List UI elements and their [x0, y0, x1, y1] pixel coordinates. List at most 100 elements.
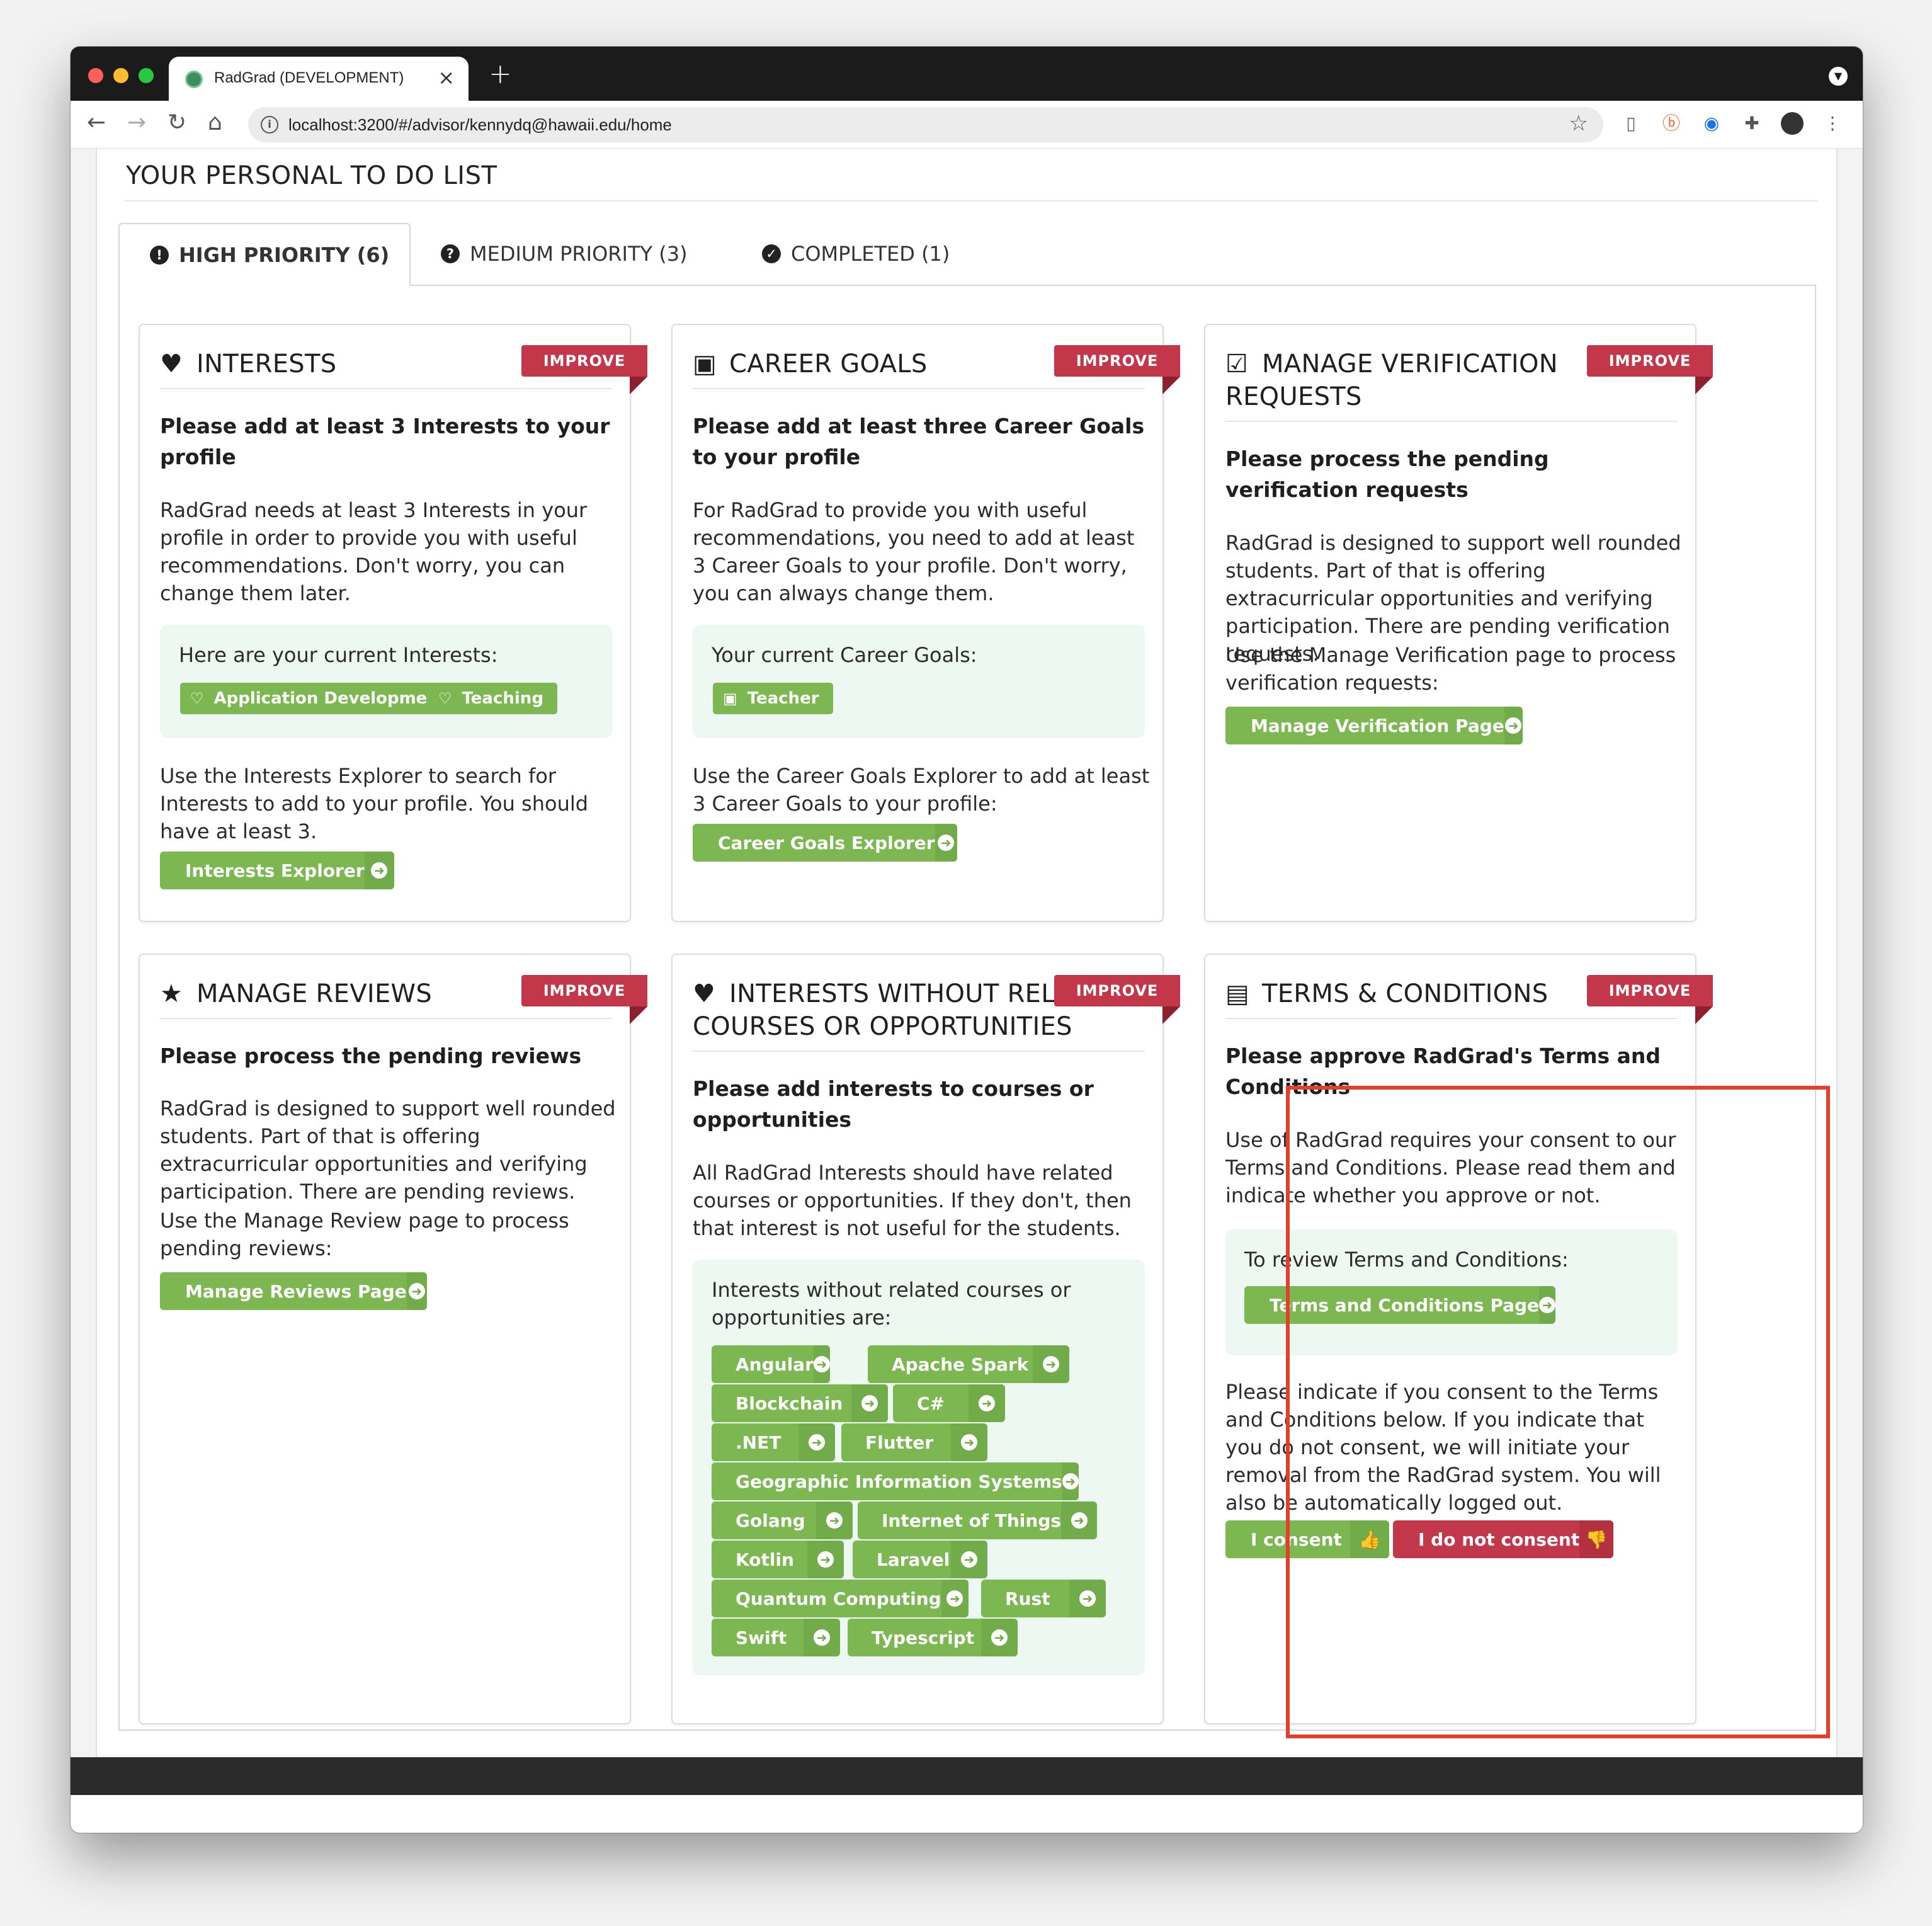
heart-outline-icon: ♡ — [190, 690, 204, 707]
close-tab-icon[interactable]: × — [438, 66, 455, 89]
career-goals-explorer-button[interactable]: Career Goals Explorer ➜ — [693, 824, 957, 862]
improve-ribbon: IMPROVE — [1587, 975, 1713, 1024]
interest-chip[interactable]: Blockchain ➜ — [712, 1384, 888, 1422]
verification-requests-card: ☑ MANAGE VERIFICATION REQUESTS IMPROVE Ple… — [1204, 324, 1713, 922]
arrow-circle-right-icon: ➜ — [1071, 1512, 1088, 1529]
divider — [1225, 421, 1678, 422]
interest-chip[interactable]: Typescript ➜ — [848, 1619, 1018, 1656]
question-circle-icon: ? — [441, 244, 460, 263]
interest-chip[interactable]: Apache Spark ➜ — [868, 1345, 1069, 1383]
card-description: For RadGrad to provide you with useful r… — [693, 498, 1135, 605]
url-text[interactable]: localhost:3200/#/advisor/kennydq@hawaii.… — [288, 115, 672, 135]
reload-icon[interactable]: ↻ — [168, 110, 186, 135]
current-career-goals-well: Your current Career Goals: ▣ Teacher — [693, 625, 1145, 738]
extension-icon[interactable]: ◉ — [1700, 112, 1723, 135]
interest-label[interactable]: ♡ Application Development — [180, 683, 461, 714]
interest-chip[interactable]: Internet of Things ➜ — [858, 1501, 1097, 1539]
tab-high-priority[interactable]: ! HIGH PRIORITY (6) — [118, 223, 411, 286]
card-footer-text: Use the Career Goals Explorer to add at … — [693, 764, 1150, 816]
bitly-extension-icon[interactable]: ⓑ — [1660, 112, 1683, 135]
interest-chip[interactable]: .NET ➜ — [712, 1423, 835, 1461]
card-description: RadGrad needs at least 3 Interests in yo… — [160, 498, 588, 605]
extensions-puzzle-icon[interactable]: ✚ — [1741, 112, 1763, 135]
heart-outline-icon: ♡ — [438, 690, 452, 707]
card-subtitle: Please add at least three Career Goals t… — [693, 414, 1145, 469]
browser-toolbar: ← → ↻ ⌂ i localhost:3200/#/advisor/kenny… — [71, 101, 1863, 149]
manage-verification-button[interactable]: Manage Verification Page ➜ — [1225, 707, 1523, 744]
site-info-icon[interactable]: i — [261, 116, 278, 134]
arrow-circle-right-icon: ➜ — [946, 1590, 963, 1607]
well-title: Your current Career Goals: — [712, 643, 977, 667]
favicon-icon — [185, 71, 203, 88]
card-subtitle: Please process the pending reviews — [160, 1044, 582, 1068]
tab-completed[interactable]: ✓ COMPLETED (1) — [762, 223, 950, 285]
arrow-circle-right-icon: ➜ — [1505, 717, 1522, 734]
back-icon[interactable]: ← — [87, 110, 106, 135]
manage-reviews-card: ★ MANAGE REVIEWS IMPROVE Please process t… — [139, 954, 647, 1724]
arrow-circle-right-icon: ➜ — [809, 1434, 825, 1450]
arrow-circle-right-icon: ➜ — [826, 1512, 843, 1529]
address-bar[interactable]: i localhost:3200/#/advisor/kennydq@hawai… — [248, 107, 1603, 142]
interests-without-courses-card: ♥ INTERESTS WITHOUT REL COURSES OR OPPORTU… — [671, 954, 1180, 1724]
profile-avatar[interactable] — [1781, 112, 1804, 135]
tab-medium-priority[interactable]: ? MEDIUM PRIORITY (3) — [441, 223, 688, 285]
interest-chip[interactable]: Golang ➜ — [712, 1501, 853, 1539]
interests-explorer-button[interactable]: Interests Explorer ➜ — [160, 852, 394, 889]
interest-chip[interactable]: Kotlin ➜ — [712, 1541, 844, 1578]
arrow-circle-right-icon: ➜ — [1062, 1473, 1079, 1490]
document-icon: ▤ — [1225, 979, 1250, 1008]
arrow-circle-right-icon: ➜ — [938, 835, 955, 851]
interest-chip[interactable]: Swift ➜ — [712, 1619, 840, 1656]
interest-chip[interactable]: Angular ➜ — [712, 1345, 830, 1383]
browser-tab[interactable]: RadGrad (DEVELOPMENT) × — [169, 57, 469, 101]
check-circle-icon: ✓ — [762, 244, 781, 263]
briefcase-icon: ▣ — [693, 350, 717, 379]
browser-tab-title: RadGrad (DEVELOPMENT) — [214, 69, 404, 86]
interest-chip[interactable]: Laravel ➜ — [853, 1541, 987, 1578]
arrow-circle-right-icon: ➜ — [861, 1395, 878, 1411]
interest-chip[interactable]: C# ➜ — [893, 1384, 1005, 1422]
maximize-window-button[interactable] — [139, 68, 154, 83]
improve-ribbon: IMPROVE — [1054, 345, 1180, 394]
browser-tab-bar: RadGrad (DEVELOPMENT) × + ▼ — [71, 47, 1863, 101]
tab-label: HIGH PRIORITY (6) — [179, 243, 390, 267]
arrow-circle-right-icon: ➜ — [961, 1551, 977, 1568]
bookmark-star-icon[interactable]: ☆ — [1569, 111, 1588, 136]
career-goal-label[interactable]: ▣ Teacher — [713, 683, 833, 714]
home-icon[interactable]: ⌂ — [208, 110, 222, 135]
interest-label[interactable]: ♡ Teaching — [428, 683, 557, 714]
minimize-window-button[interactable] — [113, 68, 128, 83]
current-interests-well: Here are your current Interests: ♡ Applic… — [160, 625, 612, 738]
todo-list-page: YOUR PERSONAL TO DO LIST ! HIGH PRIORITY… — [96, 149, 1838, 1770]
card-footer-text: Use the Interests Explorer to search for… — [160, 764, 589, 843]
divider — [1225, 1018, 1678, 1019]
interest-chip[interactable]: Geographic Information Systems ➜ — [712, 1462, 1079, 1500]
document-extension-icon[interactable]: ▯ — [1620, 112, 1642, 135]
close-window-button[interactable] — [88, 68, 103, 83]
browser-menu-icon[interactable]: ⋮ — [1821, 112, 1844, 135]
arrow-circle-right-icon: ➜ — [991, 1629, 1008, 1646]
interests-without-courses-well: Interests without related courses or opp… — [693, 1260, 1145, 1675]
forward-icon[interactable]: → — [127, 110, 146, 135]
card-title: ♥ INTERESTS — [160, 348, 519, 380]
interest-chip[interactable]: Quantum Computing ➜ — [712, 1580, 969, 1617]
heart-icon: ♥ — [160, 350, 183, 379]
tab-label: COMPLETED (1) — [791, 242, 950, 266]
divider — [160, 1018, 612, 1019]
card-subtitle: Please add at least 3 Interests to your … — [160, 414, 610, 469]
heart-icon: ♥ — [693, 979, 716, 1008]
divider — [693, 388, 1145, 389]
tab-label: MEDIUM PRIORITY (3) — [470, 242, 688, 266]
tab-search-icon[interactable]: ▼ — [1829, 67, 1848, 86]
well-title: Interests without related courses or opp… — [712, 1278, 1071, 1330]
new-tab-icon[interactable]: + — [489, 58, 512, 90]
career-goals-card: ▣ CAREER GOALS IMPROVE Please add at leas… — [671, 324, 1180, 922]
card-description: RadGrad is designed to support well roun… — [160, 1097, 616, 1204]
manage-reviews-button[interactable]: Manage Reviews Page ➜ — [160, 1272, 427, 1310]
interest-chip[interactable]: Rust ➜ — [981, 1580, 1106, 1617]
arrow-circle-right-icon: ➜ — [1043, 1356, 1059, 1372]
improve-ribbon: IMPROVE — [521, 345, 647, 394]
divider — [693, 1051, 1145, 1052]
interest-chip[interactable]: Flutter ➜ — [841, 1423, 987, 1461]
card-title: ▣ CAREER GOALS — [693, 348, 1052, 380]
